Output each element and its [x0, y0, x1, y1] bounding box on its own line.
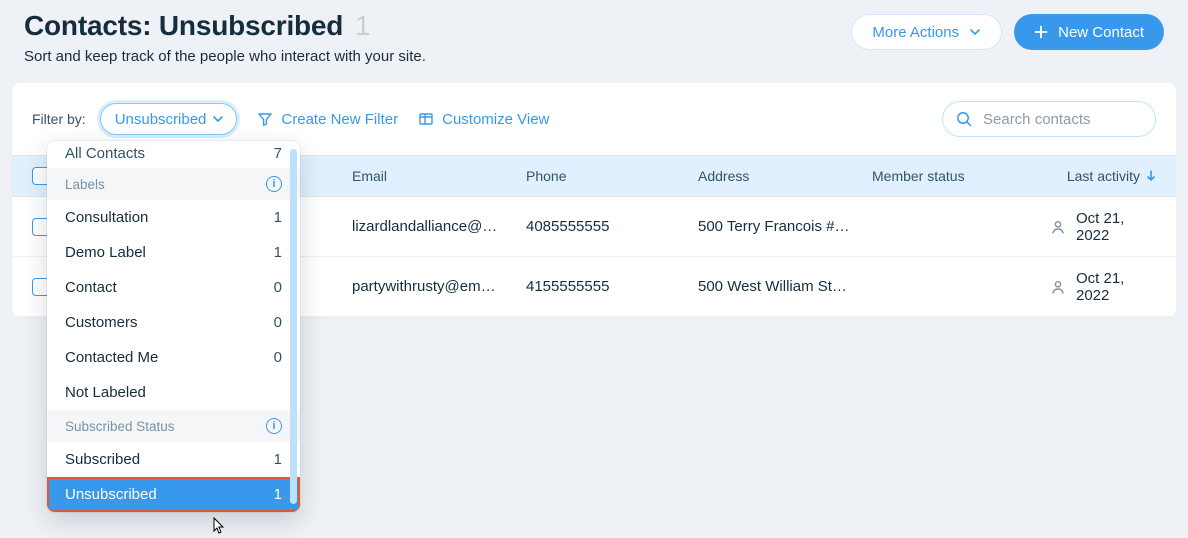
dropdown-item-label: All Contacts — [65, 145, 145, 162]
row-email: partywithrusty@em… — [352, 278, 526, 295]
row-last-activity: Oct 21, 2022 — [1076, 210, 1156, 244]
col-member-status[interactable]: Member status — [872, 168, 1050, 184]
dropdown-item-contact[interactable]: Contact 0 — [47, 270, 300, 305]
search-icon — [955, 110, 973, 128]
col-last-activity[interactable]: Last activity — [1050, 168, 1156, 184]
dropdown-item-label: Contact — [65, 279, 117, 296]
header-actions: More Actions New Contact — [851, 10, 1164, 50]
col-address[interactable]: Address — [698, 168, 872, 184]
row-phone: 4085555555 — [526, 218, 698, 235]
plus-icon — [1034, 25, 1048, 39]
customize-view-link[interactable]: Customize View — [418, 111, 549, 128]
title-prefix: Contacts: — [24, 10, 159, 41]
dropdown-item-count: 1 — [274, 209, 282, 226]
row-email: lizardlandalliance@… — [352, 218, 526, 235]
dropdown-section-labels: Labels i — [47, 168, 300, 200]
dropdown-item-count: 1 — [274, 451, 282, 468]
row-last-cell: Oct 21, 2022 — [1050, 270, 1156, 304]
filter-dropdown-trigger[interactable]: Unsubscribed — [100, 103, 238, 135]
dropdown-item-label: Contacted Me — [65, 349, 158, 366]
col-phone[interactable]: Phone — [526, 168, 698, 184]
dropdown-scrollbar[interactable] — [290, 149, 297, 504]
row-last-cell: Oct 21, 2022 — [1050, 210, 1156, 244]
dropdown-item-label: Not Labeled — [65, 384, 146, 401]
more-actions-label: More Actions — [872, 24, 959, 41]
dropdown-item-label: Demo Label — [65, 244, 146, 261]
info-icon[interactable]: i — [266, 176, 282, 192]
person-icon — [1050, 279, 1066, 295]
filter-dropdown: All Contacts 7 Labels i Consultation 1 D… — [47, 141, 300, 512]
dropdown-item-count: 1 — [274, 486, 282, 503]
col-last-activity-label: Last activity — [1067, 168, 1140, 184]
dropdown-item-count: 0 — [274, 349, 282, 366]
dropdown-item-all-contacts[interactable]: All Contacts 7 — [47, 141, 300, 168]
page-subtitle: Sort and keep track of the people who in… — [24, 48, 426, 65]
dropdown-item-label: Subscribed — [65, 451, 140, 468]
more-actions-button[interactable]: More Actions — [851, 14, 1002, 50]
search-field[interactable] — [942, 101, 1156, 137]
dropdown-item-count: 7 — [274, 145, 282, 162]
row-address: 500 Terry Francois #… — [698, 218, 872, 235]
dropdown-item-consultation[interactable]: Consultation 1 — [47, 200, 300, 235]
filter-icon — [257, 111, 273, 127]
row-address: 500 West William St… — [698, 278, 872, 295]
chevron-down-icon — [212, 113, 224, 125]
dropdown-section-status-title: Subscribed Status — [65, 419, 175, 434]
dropdown-item-label: Unsubscribed — [65, 486, 157, 503]
create-new-filter-link[interactable]: Create New Filter — [257, 111, 398, 128]
dropdown-item-subscribed[interactable]: Subscribed 1 — [47, 442, 300, 477]
dropdown-item-count: 1 — [274, 244, 282, 261]
columns-icon — [418, 111, 434, 127]
person-icon — [1050, 219, 1066, 235]
title-count: 1 — [355, 10, 370, 41]
row-phone: 4155555555 — [526, 278, 698, 295]
dropdown-section-labels-title: Labels — [65, 177, 105, 192]
col-email[interactable]: Email — [352, 168, 526, 184]
filter-by-label: Filter by: — [32, 111, 86, 127]
page-header: Contacts: Unsubscribed 1 Sort and keep t… — [0, 0, 1188, 65]
info-icon[interactable]: i — [266, 418, 282, 434]
dropdown-item-customers[interactable]: Customers 0 — [47, 305, 300, 340]
customize-view-label: Customize View — [442, 111, 549, 128]
title-filter: Unsubscribed — [159, 10, 343, 41]
dropdown-item-count: 0 — [274, 279, 282, 296]
dropdown-item-demo-label[interactable]: Demo Label 1 — [47, 235, 300, 270]
dropdown-item-label: Consultation — [65, 209, 148, 226]
dropdown-item-count: 0 — [274, 314, 282, 331]
sort-down-icon — [1146, 170, 1156, 182]
page-title: Contacts: Unsubscribed 1 — [24, 10, 426, 42]
search-input[interactable] — [983, 111, 1143, 128]
search-wrap — [942, 101, 1156, 137]
chevron-down-icon — [969, 26, 981, 38]
dropdown-section-status: Subscribed Status i — [47, 410, 300, 442]
row-last-activity: Oct 21, 2022 — [1076, 270, 1156, 304]
dropdown-item-label: Customers — [65, 314, 138, 331]
new-contact-label: New Contact — [1058, 24, 1144, 41]
dropdown-item-contacted-me[interactable]: Contacted Me 0 — [47, 340, 300, 375]
create-new-filter-label: Create New Filter — [281, 111, 398, 128]
title-block: Contacts: Unsubscribed 1 Sort and keep t… — [24, 10, 426, 65]
dropdown-item-unsubscribed[interactable]: Unsubscribed 1 — [47, 477, 300, 512]
filter-value: Unsubscribed — [115, 111, 207, 128]
cursor-icon — [210, 516, 228, 536]
new-contact-button[interactable]: New Contact — [1014, 14, 1164, 50]
dropdown-item-not-labeled[interactable]: Not Labeled — [47, 375, 300, 410]
